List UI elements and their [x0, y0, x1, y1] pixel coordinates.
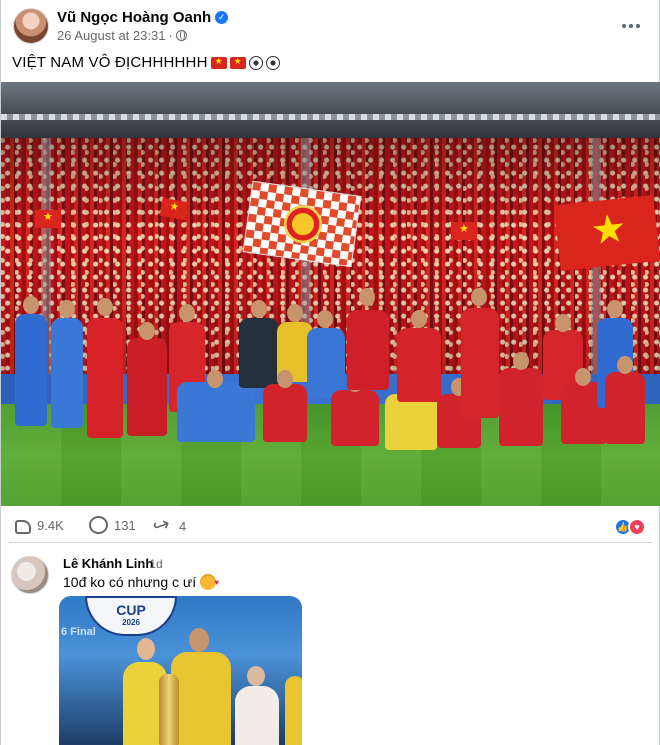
comment-action[interactable]: 131: [89, 516, 136, 534]
post-card: Vũ Ngọc Hoàng Oanh ✓ 26 August at 23:31 …: [0, 0, 660, 745]
post-actions-bar: 9.4K 131 4 👍 ♥: [1, 512, 660, 542]
small-flag: [451, 222, 477, 240]
player-head: [277, 370, 293, 388]
player-figure: [397, 328, 441, 402]
player-head: [251, 300, 267, 318]
stadium-roof: [1, 82, 660, 120]
comment-bubble-icon: [89, 516, 108, 534]
vietnam-flag-emoji-icon: [210, 56, 227, 69]
player-head: [317, 310, 333, 328]
smiling-face-with-hearts-icon: [200, 574, 219, 590]
verified-badge-icon: ✓: [215, 11, 229, 24]
globe-icon: [175, 30, 187, 41]
goalkeeper-figure: [171, 652, 231, 745]
author-avatar[interactable]: [13, 8, 49, 44]
fan-flag-checkered: [242, 180, 362, 268]
staff-figure: [239, 318, 279, 388]
author-name[interactable]: Vũ Ngọc Hoàng Oanh: [57, 9, 211, 26]
share-arrow-icon: [153, 516, 173, 536]
commenter-avatar[interactable]: [11, 556, 49, 594]
person-head: [137, 638, 155, 660]
player-head: [359, 288, 375, 306]
author-name-row[interactable]: Vũ Ngọc Hoàng Oanh ✓: [57, 9, 229, 26]
player-figure: [87, 318, 123, 438]
share-count: 4: [179, 518, 187, 534]
trophy-icon: [159, 674, 179, 745]
vietnam-flag-emoji-icon: [229, 56, 246, 69]
player-head: [575, 368, 591, 386]
vietnam-flag: [553, 194, 660, 272]
player-figure: [127, 338, 167, 436]
post-meta: 26 August at 23:31 ·: [57, 28, 187, 43]
soccer-ball-emoji-icon: [248, 55, 263, 70]
staff-figure: [307, 328, 345, 398]
player-figure-kneeling: [605, 372, 645, 444]
meta-separator: ·: [168, 28, 173, 43]
player-head: [287, 304, 303, 322]
comment-photo[interactable]: CUP 2026 6 Final: [59, 596, 302, 745]
player-head: [179, 304, 195, 322]
cup-logo-year: 2026: [122, 618, 140, 627]
player-figure-kneeling: [177, 382, 255, 442]
player-head: [513, 352, 529, 370]
player-head: [23, 296, 39, 314]
player-head: [207, 370, 223, 388]
divider: [9, 542, 652, 543]
staff-figure: [15, 314, 47, 426]
soccer-ball-emoji-icon: [265, 55, 280, 70]
caption-text: VIỆT NAM VÔ ĐỊCHHHHHH: [12, 54, 208, 71]
thumbs-up-icon: [15, 520, 31, 534]
cup-logo-title: CUP: [116, 602, 146, 618]
post-photo[interactable]: [1, 82, 660, 506]
person-head: [189, 628, 209, 652]
reaction-summary[interactable]: 👍 ♥: [614, 518, 646, 536]
cup-logo: CUP 2026: [85, 596, 177, 636]
comment-text: 10đ ko có nhưng c ưí: [63, 574, 197, 590]
post-header: Vũ Ngọc Hoàng Oanh ✓ 26 August at 23:31 …: [11, 8, 651, 48]
player-figure: [461, 308, 499, 418]
player-head: [411, 310, 427, 328]
player-figure-kneeling: [331, 390, 379, 446]
player-head: [59, 300, 75, 318]
love-reaction-icon: ♥: [628, 518, 646, 536]
more-options-icon[interactable]: [617, 12, 645, 40]
post-caption: VIỆT NAM VÔ ĐỊCHHHHHH: [12, 54, 280, 71]
person-head: [247, 666, 265, 686]
player-head: [139, 322, 155, 340]
player-head: [97, 298, 113, 316]
backdrop-text: 6 Final: [61, 626, 96, 638]
comment-text-row: 10đ ko có nhưng c ưí: [63, 574, 219, 590]
player-head: [471, 288, 487, 306]
player-head: [555, 314, 571, 332]
staff-figure: [51, 318, 83, 428]
player-figure: [347, 310, 389, 390]
person-figure: [285, 676, 302, 745]
player-head: [607, 300, 623, 318]
like-action[interactable]: 9.4K: [15, 516, 64, 534]
comment-time[interactable]: · 1d: [142, 557, 163, 571]
person-figure: [235, 686, 279, 745]
small-flag: [35, 210, 61, 228]
goalkeeper-figure-kneeling: [385, 394, 437, 450]
comment-count: 131: [114, 517, 136, 533]
like-count: 9.4K: [37, 517, 64, 533]
player-head: [617, 356, 633, 374]
player-figure-kneeling: [499, 368, 543, 446]
post-timestamp[interactable]: 26 August at 23:31: [57, 28, 165, 43]
share-action[interactable]: 4: [153, 516, 186, 536]
player-figure-kneeling: [263, 384, 307, 442]
commenter-name[interactable]: Lê Khánh Linh: [63, 556, 153, 571]
